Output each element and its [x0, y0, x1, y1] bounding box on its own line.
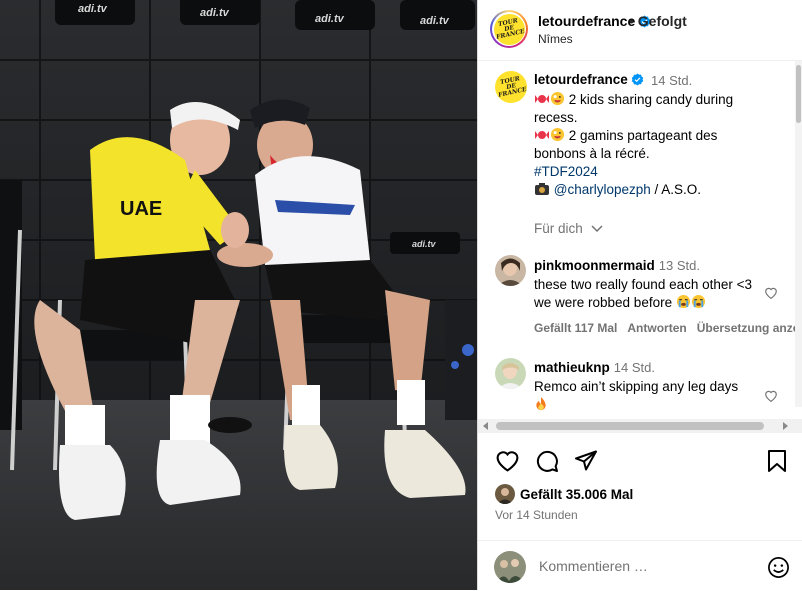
- caption-username[interactable]: letourdefrance: [534, 72, 628, 87]
- caption-time: 14 Std.: [651, 73, 693, 88]
- commenter-avatar[interactable]: [495, 255, 526, 286]
- horizontal-scrollbar-thumb[interactable]: [496, 422, 764, 430]
- horizontal-scrollbar[interactable]: [478, 419, 802, 433]
- caption-credit: @charlylopezph / A.S.O.: [534, 181, 770, 199]
- sort-dropdown[interactable]: Für dich: [534, 221, 603, 236]
- caption-text: 2 kids sharing candy during recess. 2 ga…: [534, 91, 770, 199]
- sign-label: adi.tv: [200, 7, 230, 19]
- save-bookmark-icon[interactable]: [767, 449, 787, 473]
- crying-face-icon: [691, 294, 705, 309]
- comments-scroll-area[interactable]: TOUR DE FRANCE letourdefrance 14 Std. 2 ki…: [478, 61, 802, 435]
- sort-label: Für dich: [534, 221, 583, 236]
- avatar-photo: [495, 358, 526, 389]
- comment-username-row: mathieuknp 14 Std.: [534, 360, 655, 375]
- follow-status[interactable]: • Gefolgt: [629, 13, 687, 29]
- camera-icon: [535, 183, 549, 195]
- fire-icon: [536, 396, 546, 411]
- avatar-photo: [495, 255, 526, 286]
- tdf-logo-icon: TOUR DE FRANCE: [497, 75, 527, 99]
- comment-input[interactable]: [539, 558, 739, 574]
- caption-username-row: letourdefrance: [534, 72, 644, 87]
- like-comment-heart-icon[interactable]: [764, 286, 778, 299]
- post-timestamp: Vor 14 Stunden: [495, 508, 578, 522]
- caption-avatar[interactable]: TOUR DE FRANCE: [495, 71, 527, 103]
- like-comment-heart-icon[interactable]: [764, 389, 778, 402]
- comment-username-row: pinkmoonmermaid 13 Std.: [534, 258, 700, 273]
- liker-avatar: [495, 484, 515, 504]
- commenter-avatar[interactable]: [495, 358, 526, 389]
- comment-username[interactable]: pinkmoonmermaid: [534, 258, 655, 273]
- comment-text: these two really found each other <3 we …: [534, 276, 764, 312]
- current-user-avatar: [494, 551, 526, 583]
- vertical-scrollbar-thumb[interactable]: [796, 65, 801, 123]
- comment-body: Remco ain’t skipping any leg days: [534, 379, 739, 394]
- crazy-face-icon: [550, 91, 565, 106]
- caption-credit-suffix: / A.S.O.: [650, 182, 702, 197]
- post-actions: [478, 445, 802, 481]
- post-side-panel: TOUR DE FRANCE letourdefrance • Gefolgt Nî…: [477, 0, 802, 590]
- post-dialog: adi.tv adi.tv adi.tv adi.tv adi.tv UAE T…: [0, 0, 802, 590]
- comment-bubble-icon[interactable]: [535, 449, 559, 473]
- comment-meta: Gefällt 117 Mal Antworten Übersetzung anze…: [534, 321, 802, 335]
- verified-badge-icon: [631, 73, 643, 86]
- post-location[interactable]: Nîmes: [538, 32, 573, 46]
- post-header: TOUR DE FRANCE letourdefrance • Gefolgt Nî…: [478, 0, 802, 61]
- sign-label: adi.tv: [78, 3, 108, 15]
- likes-count: Gefällt 35.006 Mal: [520, 486, 634, 502]
- reply-button[interactable]: Antworten: [627, 321, 686, 335]
- profile-avatar[interactable]: TOUR DE FRANCE: [490, 10, 528, 48]
- candy-icon: [535, 95, 549, 103]
- comment-time: 13 Std.: [658, 258, 700, 273]
- share-paper-plane-icon[interactable]: [574, 449, 598, 472]
- sign-label: adi.tv: [412, 239, 437, 249]
- photographer-mention[interactable]: @charlylopezph: [554, 182, 651, 197]
- chevron-down-icon: [591, 225, 603, 233]
- comment-time: 14 Std.: [613, 360, 655, 375]
- photo-illustration: adi.tv adi.tv adi.tv adi.tv adi.tv UAE: [0, 0, 477, 590]
- emoji-picker-icon[interactable]: [767, 556, 790, 579]
- scroll-right-arrow-icon[interactable]: [781, 422, 789, 430]
- tdf-logo-icon: TOUR DE FRANCE: [493, 13, 525, 45]
- post-photo[interactable]: adi.tv adi.tv adi.tv adi.tv adi.tv UAE: [0, 0, 477, 590]
- header-username[interactable]: letourdefrance: [538, 13, 635, 29]
- crazy-face-icon: [550, 127, 565, 142]
- candy-icon: [535, 131, 549, 139]
- jersey-text: UAE: [120, 198, 162, 220]
- caption-line-fr: 2 gamins partageant des bonbons à la réc…: [534, 127, 770, 163]
- likes-summary[interactable]: Gefällt 35.006 Mal: [495, 484, 633, 504]
- scroll-left-arrow-icon[interactable]: [482, 422, 490, 430]
- comment-username[interactable]: mathieuknp: [534, 360, 610, 375]
- add-comment-bar: [478, 540, 802, 591]
- crying-face-icon: [676, 294, 690, 309]
- vertical-scrollbar[interactable]: [795, 61, 802, 407]
- comment-body: these two really found each other <3 we …: [534, 277, 753, 310]
- comment-likes[interactable]: Gefällt 117 Mal: [534, 321, 617, 335]
- caption-hashtag[interactable]: #TDF2024: [534, 163, 770, 181]
- caption-line-en: 2 kids sharing candy during recess.: [534, 91, 770, 127]
- sign-label: adi.tv: [420, 15, 450, 27]
- comment-text: Remco ain’t skipping any leg days: [534, 378, 764, 414]
- like-heart-icon[interactable]: [495, 449, 520, 472]
- sign-label: adi.tv: [315, 13, 345, 25]
- translate-button[interactable]: Übersetzung anzei: [697, 321, 802, 335]
